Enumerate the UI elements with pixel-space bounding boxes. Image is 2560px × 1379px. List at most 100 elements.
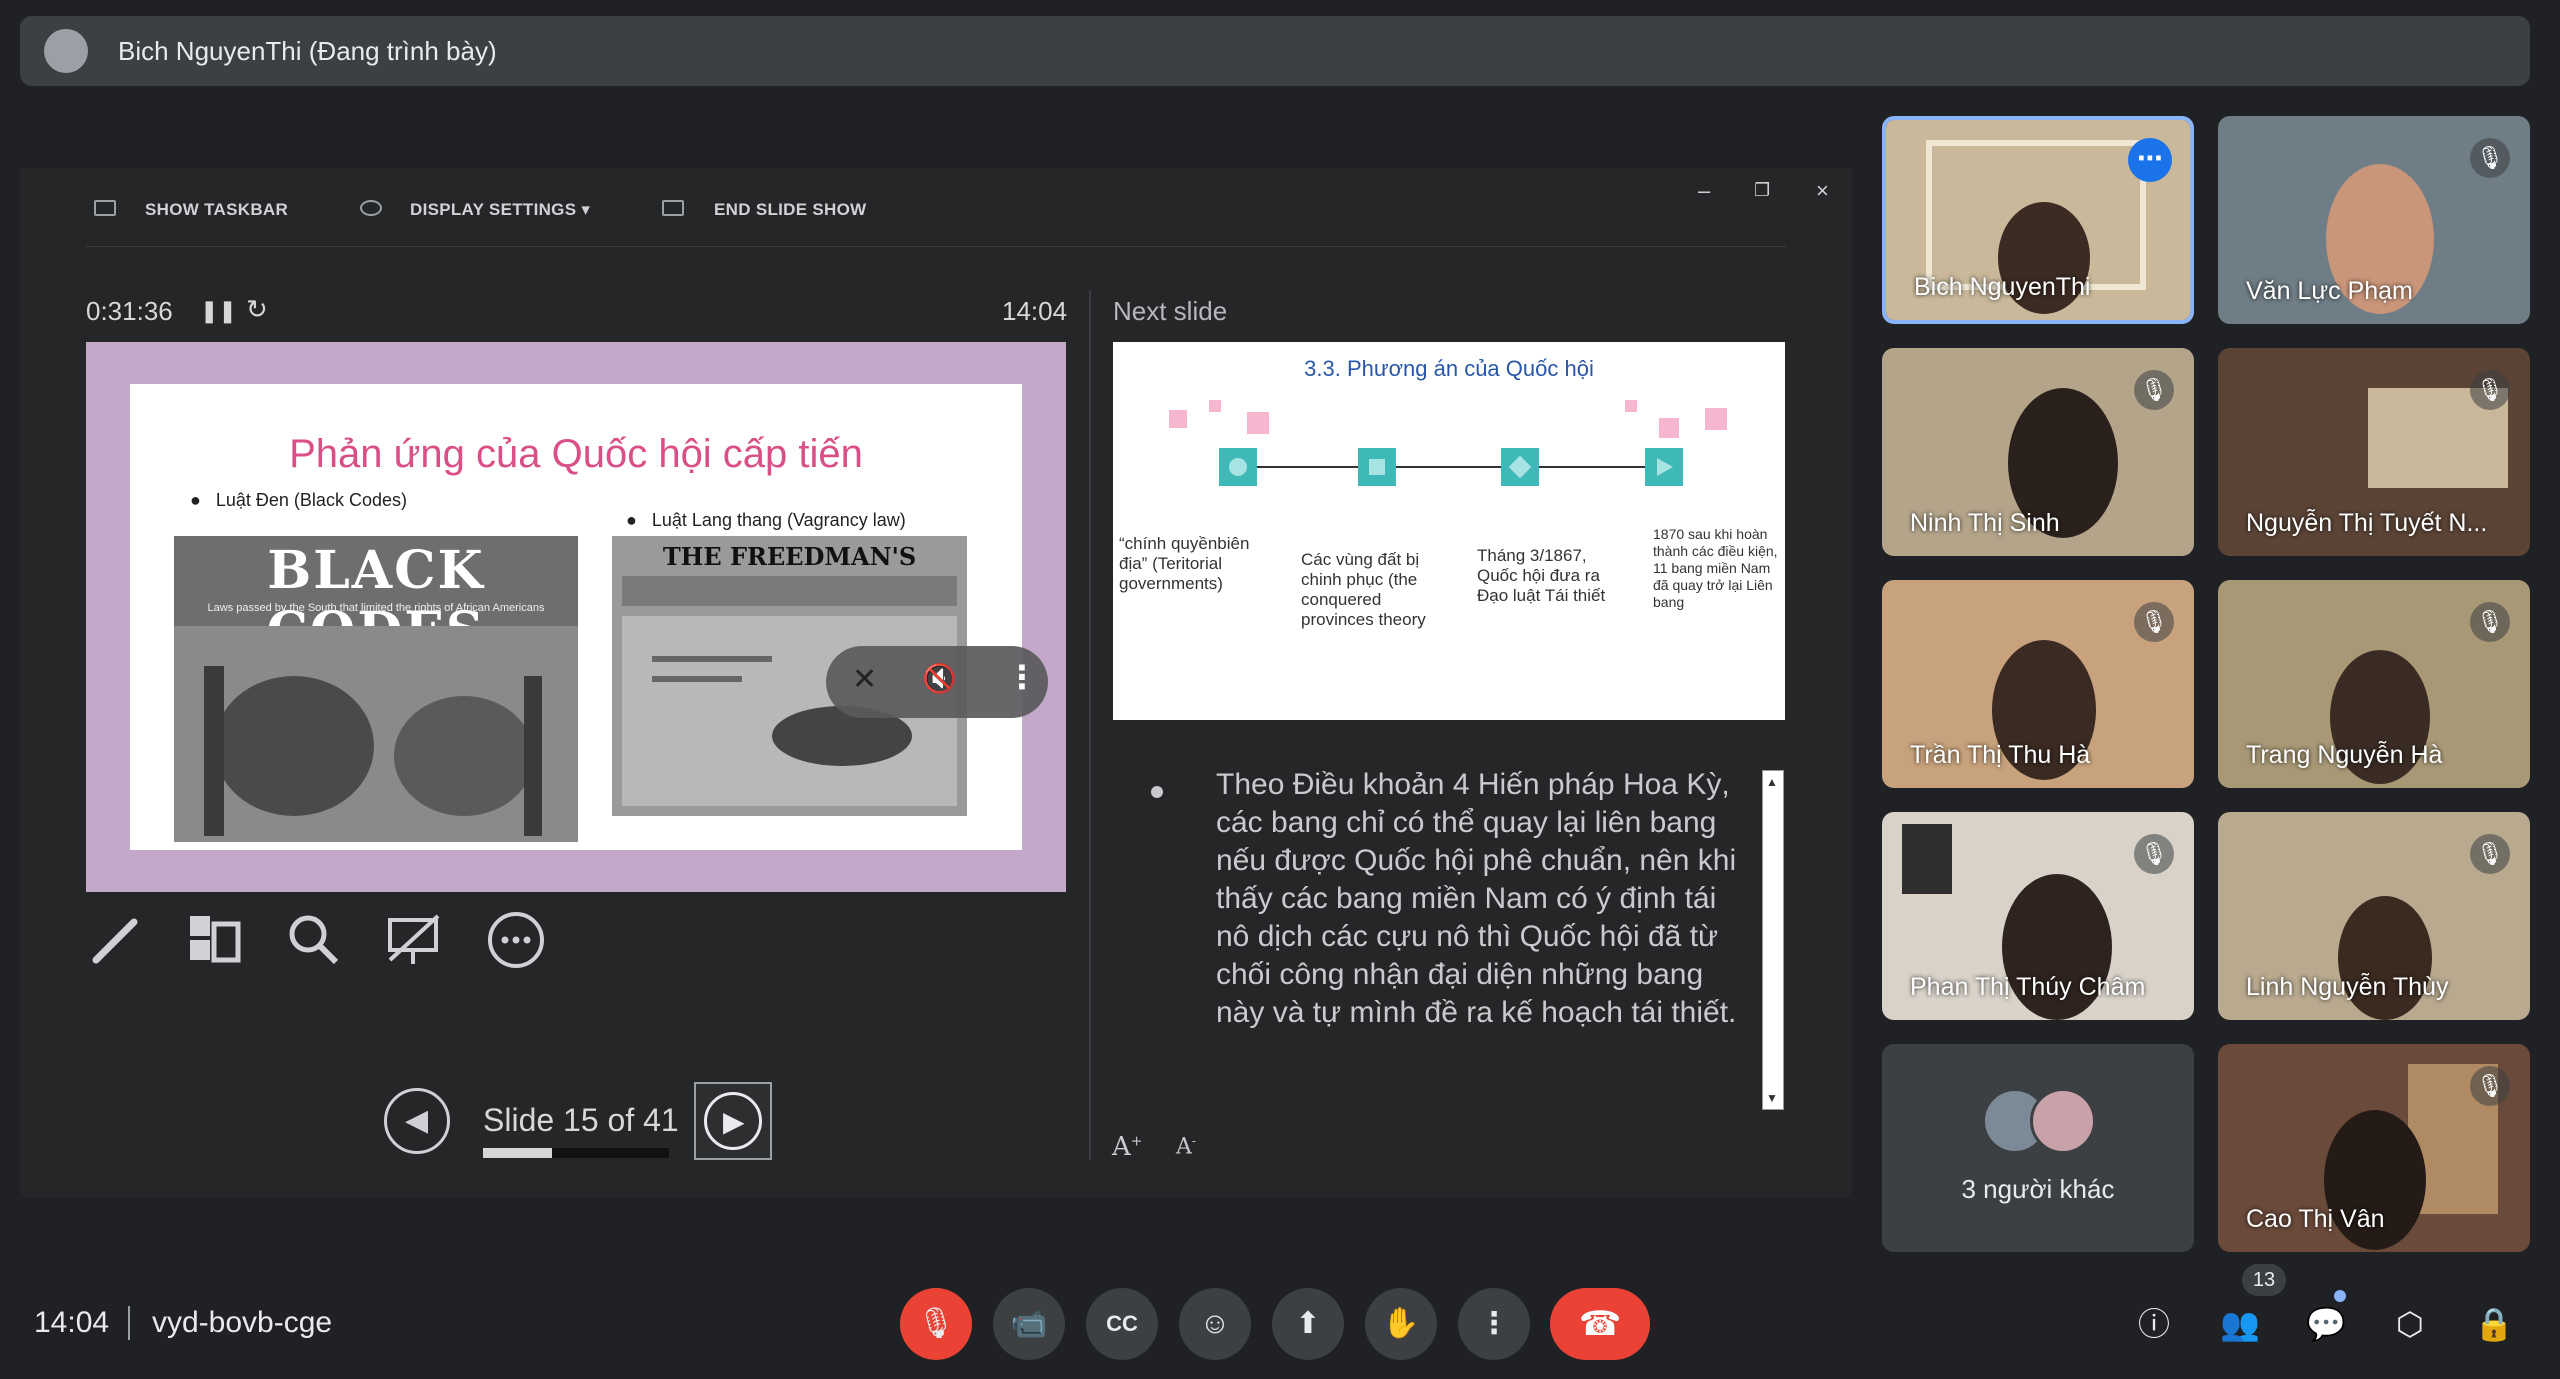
zoom-icon[interactable]	[284, 910, 344, 970]
display-settings-button[interactable]: DISPLAY SETTINGS ▾	[410, 200, 590, 220]
activities-icon: ⬡	[2396, 1306, 2424, 1342]
chat-button[interactable]: 💬	[2302, 1300, 2350, 1348]
raise-hand-icon: ✋	[1382, 1307, 1420, 1340]
camera-button[interactable]: 📹	[993, 1288, 1065, 1360]
participant-name: Văn Lực Phạm	[2246, 277, 2413, 305]
timeline-node-4	[1645, 448, 1683, 486]
captions-icon: CC	[1106, 1311, 1138, 1336]
decor-square	[1705, 408, 1727, 430]
current-slide: Phản ứng của Quốc hội cấp tiến ● Luật Đe…	[86, 342, 1066, 892]
participant-name: Bich NguyenThi	[1914, 273, 2091, 301]
scroll-up-icon[interactable]: ▲	[1766, 775, 1778, 789]
host-controls-button[interactable]: 🔒	[2470, 1300, 2518, 1348]
present-button[interactable]: ⬆	[1272, 1288, 1344, 1360]
participant-tile[interactable]: 🎙 Trần Thị Thu Hà	[1882, 580, 2194, 788]
presenter-clock: 14:04	[1002, 296, 1068, 326]
slide-title: Phản ứng của Quốc hội cấp tiến	[289, 432, 863, 476]
participant-tile[interactable]: 🎙 Trang Nguyễn Hà	[2218, 580, 2530, 788]
more-options-button[interactable]: ⋮	[1458, 1288, 1530, 1360]
timeline-caption-3: Tháng 3/1867, Quốc hội đưa ra Đạo luật T…	[1477, 546, 1606, 605]
participant-tile[interactable]: 🎙 Cao Thị Vân	[2218, 1044, 2530, 1252]
taskbar-icon	[94, 200, 116, 216]
chat-notification-dot	[2334, 1290, 2346, 1302]
presenter-avatar	[44, 29, 88, 73]
more-slide-options-icon[interactable]	[486, 910, 546, 970]
info-icon: ⓘ	[2137, 1306, 2170, 1342]
previous-slide-button[interactable]: ◀	[384, 1088, 450, 1154]
meeting-info-button[interactable]: ⓘ	[2130, 1300, 2178, 1348]
others-tile[interactable]: 3 người khác	[1882, 1044, 2194, 1252]
host-controls-icon: 🔒	[2474, 1306, 2514, 1342]
chevron-right-icon: ▶	[723, 1106, 745, 1137]
captions-button[interactable]: CC	[1086, 1288, 1158, 1360]
mute-off-icon[interactable]: 🔇	[922, 662, 957, 695]
increase-font-icon[interactable]: A+	[1112, 1132, 1143, 1162]
participant-tile[interactable]: 🎙 Nguyễn Thị Tuyết N...	[2218, 348, 2530, 556]
participant-tile[interactable]: 🎙 Văn Lực Phạm	[2218, 116, 2530, 324]
end-call-button[interactable]: ☎	[1550, 1288, 1650, 1360]
mic-off-icon: 🎙	[2470, 834, 2510, 874]
elapsed-timer: 0:31:36	[86, 296, 173, 326]
mic-off-icon: 🎙	[2470, 138, 2510, 178]
end-slide-show-button[interactable]: END SLIDE SHOW	[714, 200, 867, 220]
participant-tile[interactable]: ⋯ Bich NguyenThi	[1882, 116, 2194, 324]
timeline-node-2	[1358, 448, 1396, 486]
participant-count-badge: 13	[2242, 1264, 2286, 1296]
participant-name: Trang Nguyễn Hà	[2246, 741, 2443, 769]
pen-tool-icon[interactable]	[86, 910, 146, 970]
timeline-node-1	[1219, 448, 1257, 486]
others-avatar	[2030, 1088, 2096, 1154]
restore-icon[interactable]: ❐	[1754, 180, 1770, 201]
emoji-button[interactable]: ☺	[1179, 1288, 1251, 1360]
next-slide-button[interactable]: ▶	[694, 1082, 772, 1160]
notes-scrollbar[interactable]: ▲ ▼	[1762, 770, 1784, 1110]
mic-off-button[interactable]: 🎙	[900, 1288, 972, 1360]
slide-bullet-left: ● Luật Đen (Black Codes)	[190, 490, 407, 510]
others-label: 3 người khác	[1961, 1174, 2115, 1204]
pause-icon[interactable]: ❚❚	[200, 298, 237, 324]
mic-off-icon: 🎙	[2134, 370, 2174, 410]
overlay-more-icon[interactable]: ⋮	[1006, 658, 1038, 696]
slide-bullet-right: ● Luật Lang thang (Vagrancy law)	[626, 510, 906, 530]
meeting-code: vyd-bovb-cge	[152, 1306, 333, 1339]
see-all-slides-icon[interactable]	[184, 910, 244, 970]
show-taskbar-button[interactable]: SHOW TASKBAR	[145, 200, 288, 220]
slide-counter: Slide 15 of 41	[483, 1102, 679, 1138]
scroll-down-icon[interactable]: ▼	[1766, 1091, 1778, 1105]
chat-icon: 💬	[2306, 1306, 2346, 1342]
cartoon-illustration	[174, 626, 578, 842]
mic-off-icon: 🎙	[2134, 602, 2174, 642]
more-options-icon: ⋮	[1479, 1307, 1509, 1340]
people-button[interactable]: 👥	[2216, 1300, 2264, 1348]
participant-name: Trần Thị Thu Hà	[1910, 741, 2091, 769]
close-icon[interactable]: ×	[1816, 178, 1829, 204]
decor-square	[1209, 400, 1221, 412]
activities-button[interactable]: ⬡	[2386, 1300, 2434, 1348]
participant-tile[interactable]: 🎙 Phan Thị Thúy Châm	[1882, 812, 2194, 1020]
participant-name: Nguyễn Thị Tuyết N...	[2246, 509, 2488, 537]
pane-divider	[1089, 290, 1091, 1160]
next-slide-label: Next slide	[1113, 296, 1228, 326]
decrease-font-icon[interactable]: A-	[1176, 1134, 1196, 1159]
meeting-clock: 14:04	[34, 1306, 110, 1339]
tile-more-icon[interactable]: ⋯	[2128, 138, 2172, 182]
slide-progress-bar	[483, 1148, 669, 1158]
participant-tile[interactable]: 🎙 Ninh Thị Sinh	[1882, 348, 2194, 556]
raise-hand-button[interactable]: ✋	[1365, 1288, 1437, 1360]
decor-square	[1625, 400, 1637, 412]
wall-calendar	[1902, 824, 1952, 894]
participant-name: Cao Thị Vân	[2246, 1205, 2385, 1233]
speaker-notes[interactable]: Theo Điều khoản 4 Hiến pháp Hoa Kỳ, các …	[1113, 746, 1785, 1116]
pin-off-icon[interactable]: ✕	[852, 662, 877, 697]
decor-square	[1247, 412, 1269, 434]
minimize-icon[interactable]: –	[1698, 178, 1710, 204]
slide-progress-fill	[483, 1148, 552, 1158]
display-settings-icon	[360, 200, 382, 216]
black-screen-icon[interactable]	[384, 910, 444, 970]
tile-overlay-controls[interactable]: ✕ 🔇 ⋮	[826, 646, 1048, 718]
participant-tile[interactable]: 🎙 Linh Nguyễn Thùy	[2218, 812, 2530, 1020]
mic-off-icon: 🎙	[2134, 834, 2174, 874]
decor-square	[1169, 410, 1187, 428]
next-slide-preview[interactable]: 3.3. Phương án của Quốc hội “chính quyền…	[1113, 342, 1785, 720]
reset-timer-icon[interactable]: ↻	[246, 294, 268, 325]
